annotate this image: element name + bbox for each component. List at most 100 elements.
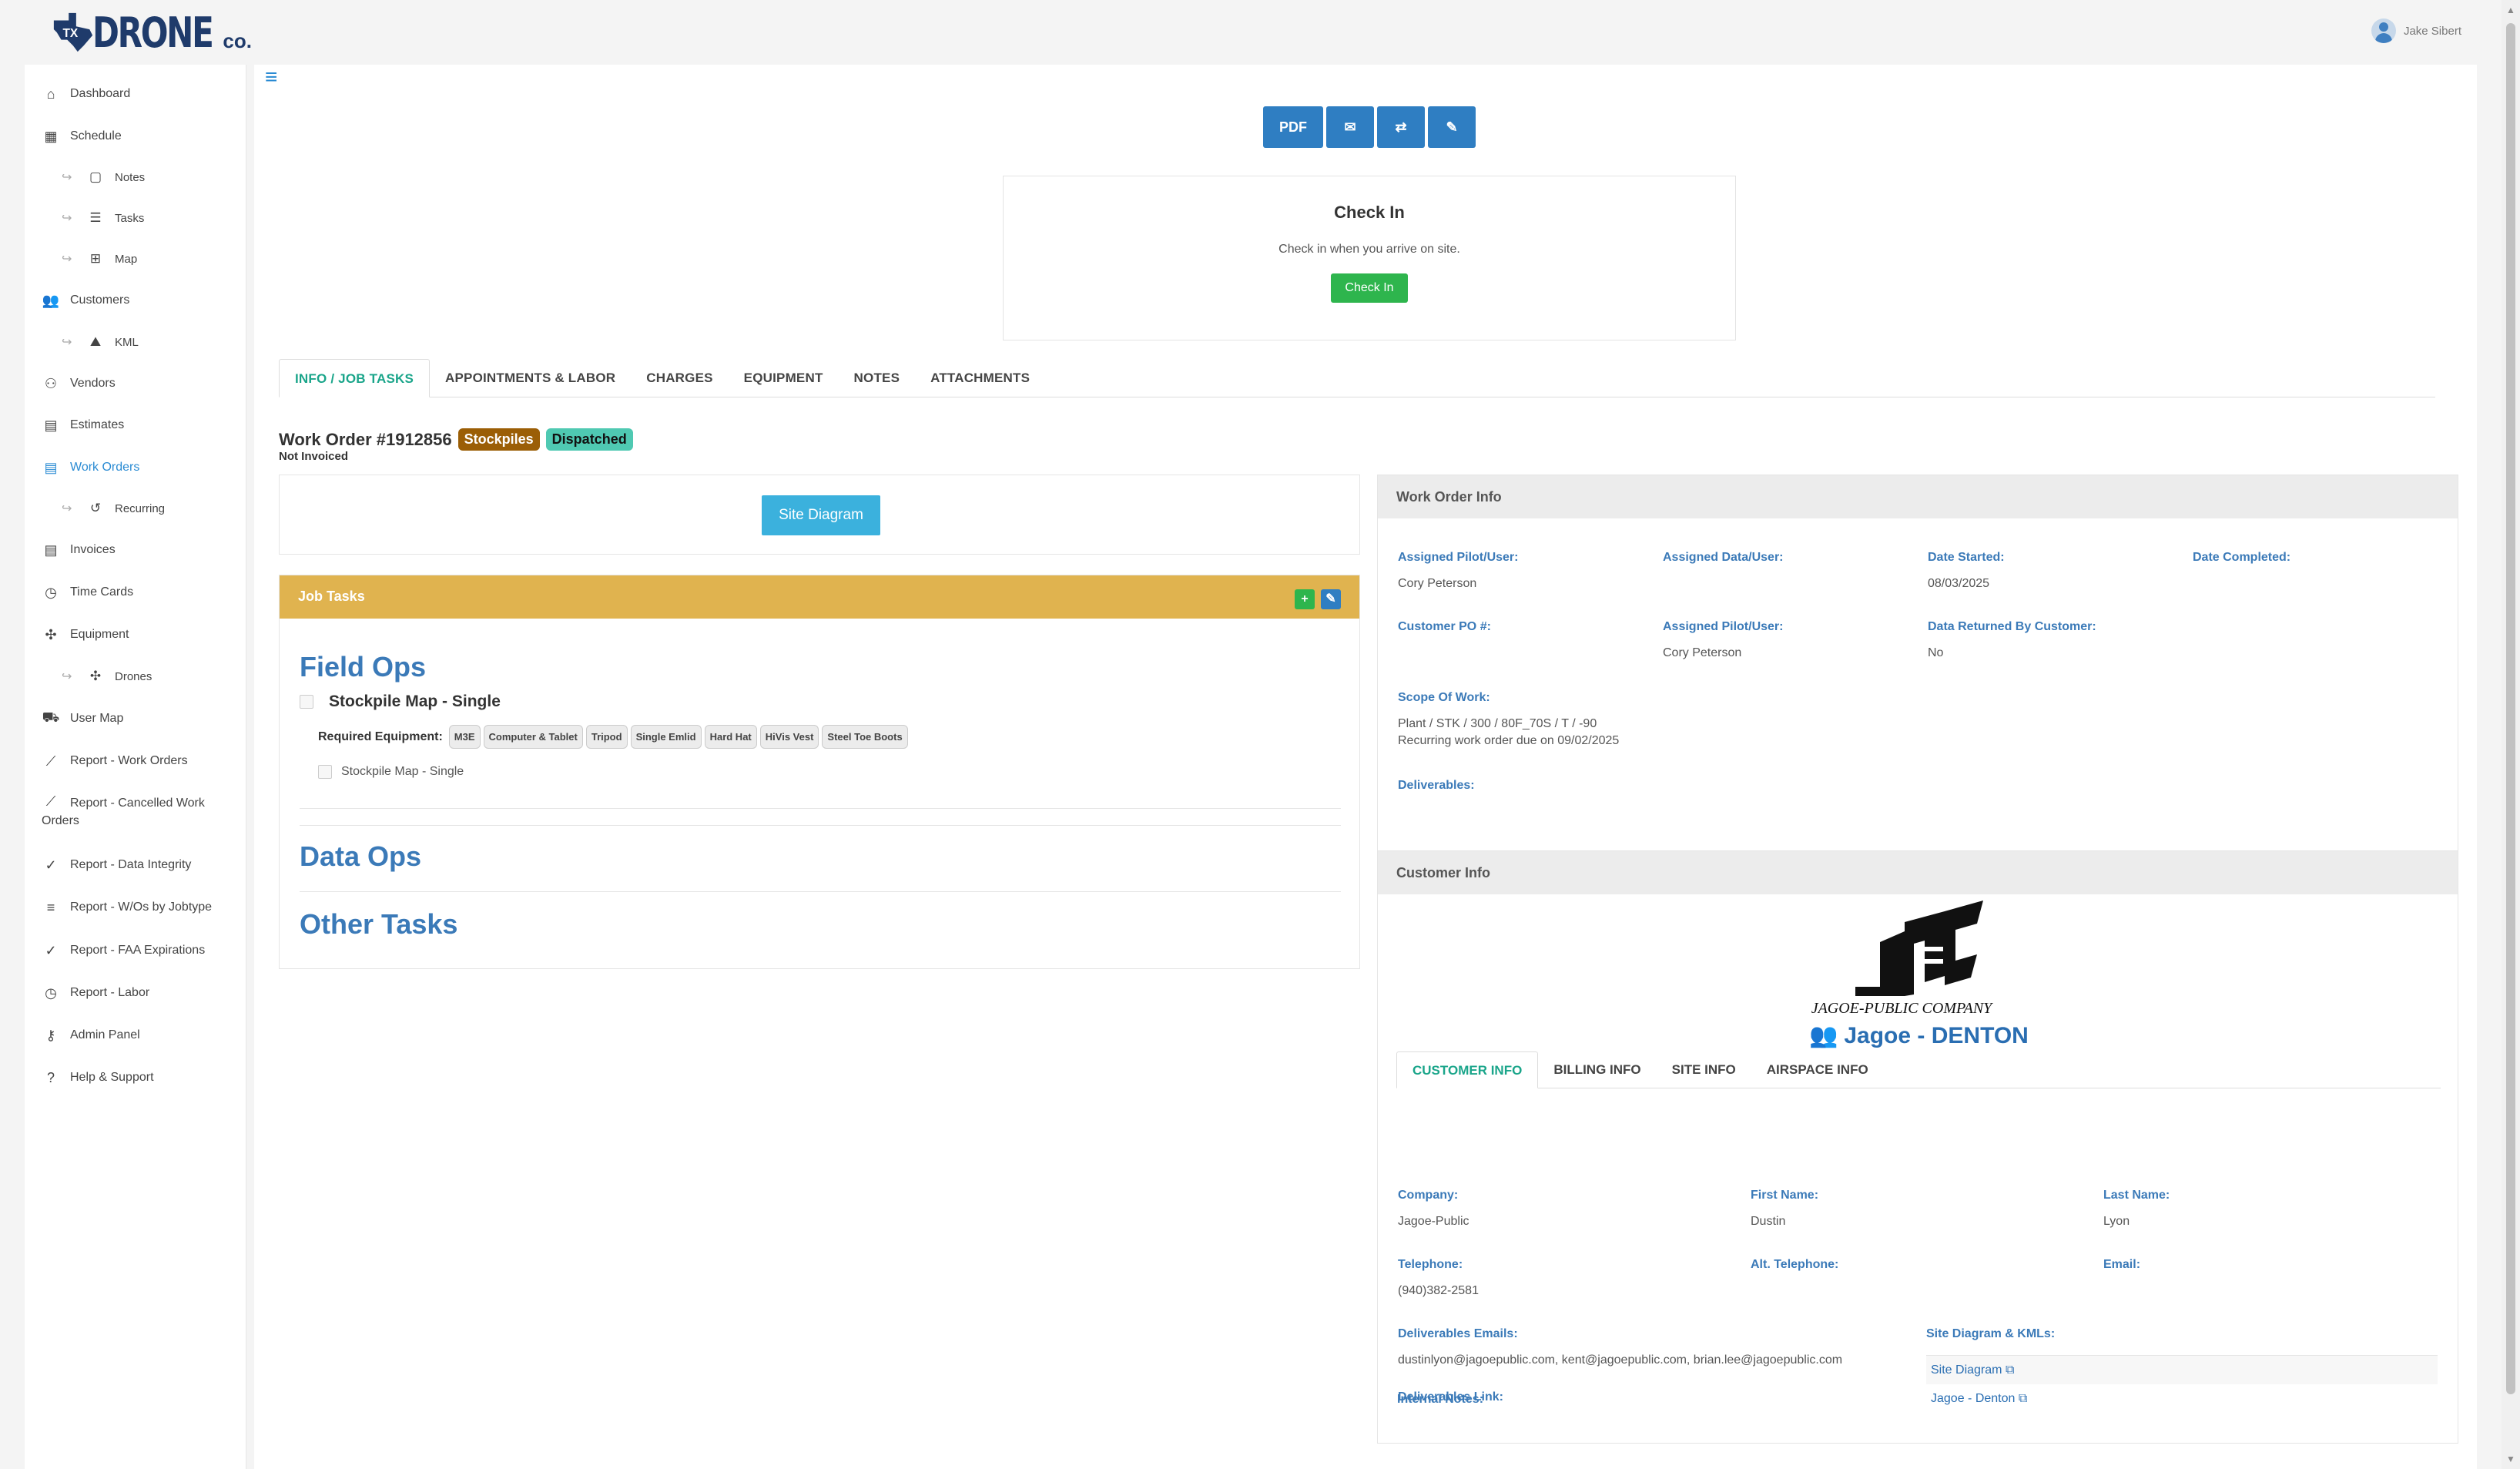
kml-link[interactable]: Jagoe - Denton ⧉	[1926, 1384, 2438, 1414]
page-scrollbar[interactable]: ▲ ▼	[2502, 0, 2520, 1469]
map-icon: ⊞	[89, 251, 102, 266]
calendar-icon: ▦	[44, 128, 58, 144]
sidebar-item-report-faa[interactable]: ✓ Report - FAA Expirations	[25, 935, 246, 966]
sub-arrow-icon: ↪	[62, 171, 72, 184]
logo-suffix: co.	[223, 29, 252, 52]
field-value: Dustin	[1751, 1215, 1786, 1228]
home-icon: ⌂	[46, 86, 55, 102]
checkin-card: Check In Check in when you arrive on sit…	[1003, 176, 1736, 340]
sidebar-item-customers[interactable]: 👥 Customers	[25, 285, 246, 316]
brand-logo[interactable]: TX DRONE co.	[51, 6, 252, 59]
drone-icon: ✣	[45, 626, 57, 642]
site-diagram-button[interactable]: Site Diagram	[762, 495, 880, 535]
subtask-label: Stockpile Map - Single	[341, 765, 464, 778]
job-tasks-panel: Job Tasks + ✎ Field Ops Stockpile Map - …	[279, 575, 1360, 969]
sidebar-item-work-orders[interactable]: ▤ Work Orders	[25, 452, 246, 483]
site-diagram-link[interactable]: Site Diagram ⧉	[1926, 1355, 2438, 1384]
tab-info-job-tasks[interactable]: INFO / JOB TASKS	[279, 359, 431, 397]
tab-billing-info[interactable]: BILLING INFO	[1538, 1051, 1656, 1088]
sidebar: ⌂ Dashboard ▦ Schedule ↪ ▢ Notes ↪ ☰ Tasks ↪ ⊞ M…	[25, 65, 246, 1469]
sidebar-item-map[interactable]: ↪ ⊞ Map	[25, 243, 246, 274]
sidebar-item-label: Time Cards	[70, 585, 134, 599]
sub-arrow-icon: ↪	[62, 253, 72, 266]
field-label: Scope Of Work:	[1398, 691, 1490, 704]
scroll-down-icon[interactable]: ▼	[2506, 1454, 2515, 1464]
divider	[300, 891, 1341, 892]
subtask-checkbox[interactable]	[318, 765, 332, 779]
sidebar-item-label: Help & Support	[70, 1071, 154, 1084]
sidebar-item-report-labor[interactable]: ◷ Report - Labor	[25, 978, 246, 1008]
pdf-button[interactable]: PDF	[1263, 106, 1323, 148]
history-icon: ↺	[89, 501, 102, 515]
user-menu[interactable]: Jake Sibert	[2371, 18, 2461, 43]
checkin-description: Check in when you arrive on site.	[1278, 243, 1460, 256]
field-label: Date Started:	[1928, 551, 2005, 564]
sidebar-item-label: Vendors	[70, 377, 116, 390]
estimate-icon: ▤	[44, 417, 58, 433]
sidebar-item-label: Notes	[115, 170, 146, 184]
sidebar-item-report-jobtype[interactable]: ≡ Report - W/Os by Jobtype	[25, 892, 246, 923]
tab-notes[interactable]: NOTES	[839, 359, 916, 397]
field-label: Company:	[1398, 1189, 1459, 1202]
edit-tasks-button[interactable]: ✎	[1321, 589, 1341, 609]
field-value: Cory Peterson	[1663, 646, 1742, 659]
sidebar-item-time-cards[interactable]: ◷ Time Cards	[25, 577, 246, 608]
sidebar-item-user-map[interactable]: ⛟ User Map	[25, 703, 246, 734]
sidebar-item-dashboard[interactable]: ⌂ Dashboard	[25, 79, 246, 109]
tab-appointments-labor[interactable]: APPOINTMENTS & LABOR	[430, 359, 631, 397]
avatar	[2371, 18, 2396, 43]
sidebar-item-vendors[interactable]: ⚇ Vendors	[25, 368, 246, 399]
sidebar-item-estimates[interactable]: ▤ Estimates	[25, 410, 246, 441]
sidebar-item-label: Tasks	[115, 211, 145, 225]
sidebar-item-schedule[interactable]: ▦ Schedule	[25, 121, 246, 152]
link-text: Jagoe - Denton	[1931, 1392, 2016, 1405]
pencil-icon: ✎	[1446, 119, 1458, 135]
sidebar-item-label: Invoices	[70, 543, 116, 556]
sidebar-item-drones[interactable]: ↪ ✣ Drones	[25, 661, 246, 692]
edit-button[interactable]: ✎	[1428, 106, 1476, 148]
task-title: Stockpile Map - Single	[329, 693, 501, 710]
checkin-title: Check In	[1334, 203, 1405, 222]
checkin-button[interactable]: Check In	[1331, 273, 1408, 303]
field-value: Lyon	[2103, 1215, 2130, 1228]
customer-name[interactable]: 👥 Jagoe - DENTON	[1809, 1022, 2029, 1049]
sidebar-item-invoices[interactable]: ▤ Invoices	[25, 535, 246, 565]
sidebar-item-recurring[interactable]: ↪ ↺ Recurring	[25, 493, 246, 524]
email-button[interactable]: ✉	[1326, 106, 1374, 148]
tab-customer-info[interactable]: CUSTOMER INFO	[1396, 1051, 1539, 1088]
link-text: Site Diagram	[1931, 1363, 2002, 1377]
scroll-up-icon[interactable]: ▲	[2506, 5, 2515, 15]
sidebar-item-notes[interactable]: ↪ ▢ Notes	[25, 162, 246, 193]
sidebar-item-admin-panel[interactable]: ⚷ Admin Panel	[25, 1020, 246, 1051]
sidebar-item-equipment[interactable]: ✣ Equipment	[25, 619, 246, 650]
sidebar-item-label: Map	[115, 252, 138, 266]
work-order-icon: ▤	[44, 459, 58, 475]
field-label: Assigned Pilot/User:	[1398, 551, 1519, 564]
repeat-button[interactable]: ⇄	[1377, 106, 1425, 148]
sidebar-item-report-data-integrity[interactable]: ✓ Report - Data Integrity	[25, 850, 246, 880]
tab-attachments[interactable]: ATTACHMENTS	[915, 359, 1045, 397]
status-badge: Dispatched	[545, 428, 633, 451]
type-badge: Stockpiles	[457, 428, 540, 451]
scrollbar-thumb[interactable]	[2506, 23, 2515, 1394]
sidebar-item-report-cancelled[interactable]: ⟋ Report - Cancelled Work Orders	[25, 789, 246, 835]
bar-chart-icon: ≡	[46, 899, 55, 915]
sidebar-item-kml[interactable]: ↪ ⛰ KML	[25, 327, 246, 357]
required-equipment: Required Equipment: M3E Computer & Table…	[318, 725, 908, 749]
tab-site-info[interactable]: SITE INFO	[1657, 1051, 1751, 1088]
section-other-tasks: Other Tasks	[300, 908, 458, 940]
tab-airspace-info[interactable]: AIRSPACE INFO	[1751, 1051, 1884, 1088]
menu-toggle-icon[interactable]: ≡	[265, 65, 277, 89]
sidebar-item-tasks[interactable]: ↪ ☰ Tasks	[25, 203, 246, 233]
task-checkbox[interactable]	[300, 695, 313, 709]
tasks-icon: ☰	[89, 210, 102, 225]
add-task-button[interactable]: +	[1295, 589, 1315, 609]
sidebar-item-report-work-orders[interactable]: ⟋ Report - Work Orders	[25, 746, 246, 776]
tab-equipment[interactable]: EQUIPMENT	[729, 359, 839, 397]
field-label: Assigned Data/User:	[1663, 551, 1784, 564]
internal-notes-label: Internal Notes:	[1397, 1393, 1484, 1406]
tab-charges[interactable]: CHARGES	[631, 359, 728, 397]
kml-icon: ⛰	[89, 334, 102, 349]
sidebar-item-help[interactable]: ? Help & Support	[25, 1062, 246, 1093]
divider	[300, 808, 1341, 809]
